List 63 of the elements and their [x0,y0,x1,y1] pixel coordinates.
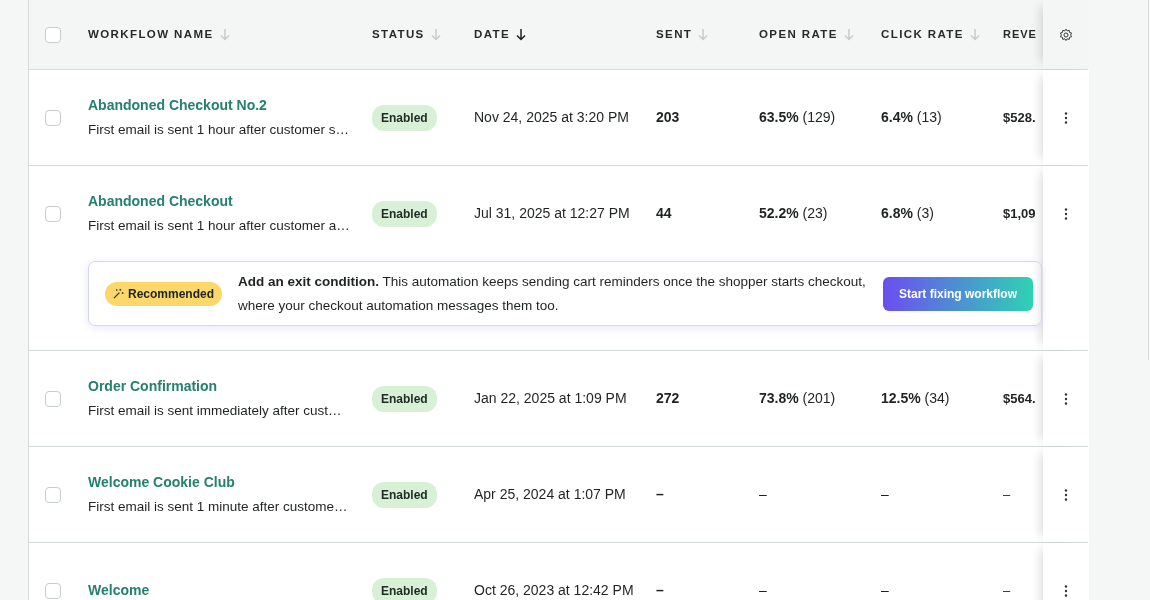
more-options-icon[interactable] [1064,584,1068,597]
date-text: Jan 22, 2025 at 1:09 PM [474,389,627,408]
status-badge: Enabled [372,385,437,412]
click-rate: 6.8% (3) [881,204,934,223]
revenue-amount: – [1003,485,1011,504]
date-text: Jul 31, 2025 at 12:27 PM [474,204,630,223]
open-rate: 52.2% (23) [759,204,828,223]
start-fixing-button[interactable]: Start fixing workflow [883,276,1033,311]
open-rate: – [759,485,767,504]
click-rate: 6.4% (13) [881,108,942,127]
open-rate: 63.5% (129) [759,108,836,127]
workflow-description: First email is sent 1 minute after custome… [88,497,348,516]
workflow-name-link[interactable]: Welcome [88,580,150,600]
date-text: Apr 25, 2024 at 1:07 PM [474,485,626,504]
sent-count: 272 [656,389,680,408]
column-header[interactable]: CLICK RATE [881,25,964,44]
sent-count: – [656,485,664,504]
click-rate: – [881,581,889,600]
checkbox[interactable] [45,390,61,407]
revenue-amount: – [1003,581,1011,600]
more-options-icon[interactable] [1064,208,1068,220]
settings-icon[interactable] [1059,27,1073,42]
revenue-amount: $564. [1003,389,1036,408]
click-rate: 12.5% (34) [881,389,950,408]
column-header[interactable]: WORKFLOW NAME [88,25,214,44]
sent-count: 44 [656,204,672,223]
click-rate: – [881,485,889,504]
checkbox[interactable] [45,486,61,503]
checkbox[interactable] [45,205,61,222]
date-text: Oct 26, 2023 at 12:42 PM [474,581,634,600]
more-options-icon[interactable] [1064,392,1068,405]
revenue-amount: $1,09 [1003,204,1036,223]
date-text: Nov 24, 2025 at 3:20 PM [474,108,629,127]
recommendation-text: Add an exit condition. This automation keeps sending cart reminders once the shopper starts checkout, where your checkout automation messages them too. [238,272,867,315]
column-header[interactable]: SENT [656,25,693,44]
more-options-icon[interactable] [1064,111,1068,124]
status-badge: Enabled [372,200,437,227]
workflow-name-link[interactable]: Abandoned Checkout [88,190,233,212]
status-badge: Enabled [372,481,437,508]
column-header[interactable]: STATUS [372,25,425,44]
checkbox[interactable] [45,26,61,43]
open-rate: 73.8% (201) [759,389,836,408]
workflow-description: First email is sent 1 hour after customer s… [88,120,350,139]
revenue-amount: $528. [1003,108,1036,127]
more-options-icon[interactable] [1064,488,1068,501]
column-header[interactable]: REVE [1003,26,1037,43]
badge-label: Recommended [128,285,215,303]
status-badge: Enabled [372,577,437,600]
workflow-name-link[interactable]: Welcome Cookie Club [88,471,235,493]
workflow-name-link[interactable]: Order Confirmation [88,375,218,397]
workflow-name-link[interactable]: Abandoned Checkout No.2 [88,94,267,116]
workflow-description: First email is sent immediately after cust… [88,401,342,420]
magic-wand-icon [113,288,124,299]
status-badge: Enabled [372,104,437,131]
sent-count: 203 [656,108,680,127]
checkbox[interactable] [45,109,61,126]
open-rate: – [759,581,767,600]
column-header[interactable]: DATE [474,25,511,44]
workflow-description: First email is sent 1 hour after customer a… [88,216,350,235]
checkbox[interactable] [45,582,61,599]
sort-arrow-icon[interactable] [516,28,527,41]
sent-count: – [656,581,664,600]
column-header[interactable]: OPEN RATE [759,25,838,44]
